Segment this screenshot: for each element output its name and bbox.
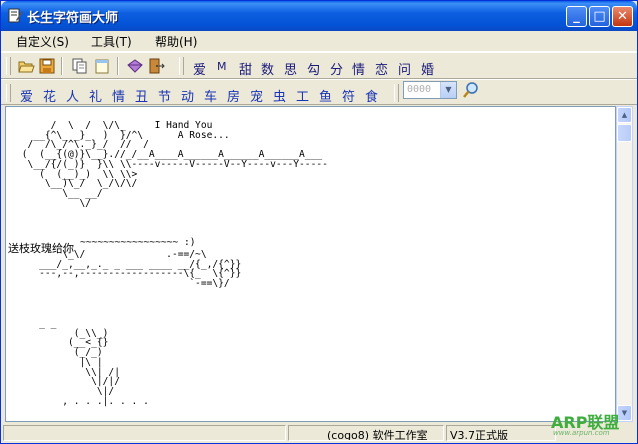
maximize-button[interactable]: □ bbox=[589, 6, 610, 27]
minimize-button[interactable]: _ bbox=[566, 6, 587, 27]
app-pen-icon bbox=[8, 8, 23, 23]
category2-love[interactable]: 爱 bbox=[20, 86, 33, 105]
exit-door-icon[interactable] bbox=[147, 57, 165, 75]
category2-symbol[interactable]: 符 bbox=[342, 86, 355, 105]
category2-pet[interactable]: 宠 bbox=[250, 86, 263, 105]
category-hook[interactable]: 勾 bbox=[307, 59, 320, 78]
menu-customize[interactable]: 自定义(S) bbox=[16, 33, 69, 50]
vertical-scrollbar[interactable]: ▲ ▼ bbox=[616, 106, 633, 422]
copy-icon[interactable] bbox=[71, 57, 89, 75]
category2-animal[interactable]: 动 bbox=[181, 86, 194, 105]
category2-flower[interactable]: 花 bbox=[43, 86, 56, 105]
toolbar-grip[interactable] bbox=[394, 84, 399, 102]
category2-feeling[interactable]: 情 bbox=[112, 86, 125, 105]
status-panel-company: (cogo8) 软件工作室 bbox=[288, 425, 444, 441]
category-m[interactable]: M bbox=[217, 60, 227, 73]
caption-suffix-art: ~~~~~~~~~~~~~~~~~ :) bbox=[80, 237, 196, 248]
category-sweet[interactable]: 甜 bbox=[239, 59, 252, 78]
category-wedding[interactable]: 婚 bbox=[421, 59, 434, 78]
open-folder-icon[interactable] bbox=[17, 57, 35, 75]
toolbar-grip[interactable] bbox=[6, 57, 11, 75]
toolbar-main: 爱 M 甜 数 思 勾 分 情 恋 问 婚 bbox=[1, 52, 637, 79]
scroll-up-button[interactable]: ▲ bbox=[617, 107, 632, 123]
chevron-down-icon[interactable]: ▼ bbox=[440, 82, 456, 98]
category-miss[interactable]: 思 bbox=[284, 59, 297, 78]
menu-tools[interactable]: 工具(T) bbox=[91, 33, 132, 50]
art-editor[interactable]: / \ / \/\_ I Hand You __{^\_ _}_ ) }/^\ … bbox=[5, 106, 616, 422]
category2-festival[interactable]: 节 bbox=[158, 86, 171, 105]
category2-house[interactable]: 房 bbox=[227, 86, 240, 105]
toolbar-grip[interactable] bbox=[6, 84, 11, 102]
arrow-rose-ascii-art: \_\/ .-==/~\ ___/_,__,_._ _ ___ ____ __/… bbox=[39, 249, 242, 290]
category-number[interactable]: 数 bbox=[261, 59, 274, 78]
menu-help[interactable]: 帮助(H) bbox=[155, 33, 197, 50]
category2-gift[interactable]: 礼 bbox=[89, 86, 102, 105]
status-panel-version: V3.7正式版 bbox=[446, 425, 556, 441]
menu-bar: 自定义(S) 工具(T) 帮助(H) bbox=[1, 31, 637, 52]
category2-person[interactable]: 人 bbox=[66, 86, 79, 105]
category-love[interactable]: 爱 bbox=[193, 59, 206, 78]
category-ask[interactable]: 问 bbox=[398, 59, 411, 78]
category2-insect[interactable]: 虫 bbox=[273, 86, 286, 105]
category-part[interactable]: 分 bbox=[330, 59, 343, 78]
title-bar[interactable]: 长生字符画大师 _ □ ✕ bbox=[1, 1, 637, 31]
notepad-icon[interactable] bbox=[93, 57, 111, 75]
status-company: (cogo8) 软件工作室 bbox=[327, 429, 428, 441]
toolbar-categories: 爱 花 人 礼 情 丑 节 动 车 房 宠 虫 工 鱼 符 食 bbox=[1, 79, 637, 105]
window-title: 长生字符画大师 bbox=[27, 11, 119, 26]
status-version: V3.7正式版 bbox=[450, 429, 509, 441]
category2-food[interactable]: 食 bbox=[365, 86, 378, 105]
status-panel-main bbox=[3, 425, 286, 441]
app-window: 长生字符画大师 _ □ ✕ 自定义(S) 工具(T) 帮助(H) 爱 M 甜 数… bbox=[0, 0, 638, 444]
category2-ugly[interactable]: 丑 bbox=[135, 86, 148, 105]
category-romance[interactable]: 恋 bbox=[375, 59, 388, 78]
arp-watermark-url: www.arpun.com bbox=[553, 429, 610, 437]
scroll-thumb[interactable] bbox=[617, 124, 632, 142]
flower-ascii-art: _ _ (_\\_) (__<_{} (_/_) |\ | \\| /| \|/… bbox=[39, 318, 149, 407]
rose-ascii-art: / \ / \/\_ I Hand You __{^\_ _}_ ) }/^\ … bbox=[21, 120, 328, 209]
gem-icon[interactable] bbox=[126, 57, 144, 75]
status-bar: (cogo8) 软件工作室 V3.7正式版 bbox=[1, 423, 637, 443]
search-icon[interactable] bbox=[462, 81, 480, 99]
toolbar-grip[interactable] bbox=[179, 57, 184, 75]
toolbar-separator bbox=[117, 57, 119, 75]
category2-fish[interactable]: 鱼 bbox=[319, 86, 332, 105]
save-disk-icon[interactable] bbox=[38, 57, 56, 75]
category-feeling[interactable]: 情 bbox=[352, 59, 365, 78]
close-button[interactable]: ✕ bbox=[612, 6, 633, 27]
size-combo-value: 0000 bbox=[407, 84, 432, 95]
size-combo[interactable]: 0000 ▼ bbox=[403, 81, 457, 99]
category2-work[interactable]: 工 bbox=[296, 86, 309, 105]
toolbar-separator bbox=[61, 57, 63, 75]
category2-car[interactable]: 车 bbox=[204, 86, 217, 105]
